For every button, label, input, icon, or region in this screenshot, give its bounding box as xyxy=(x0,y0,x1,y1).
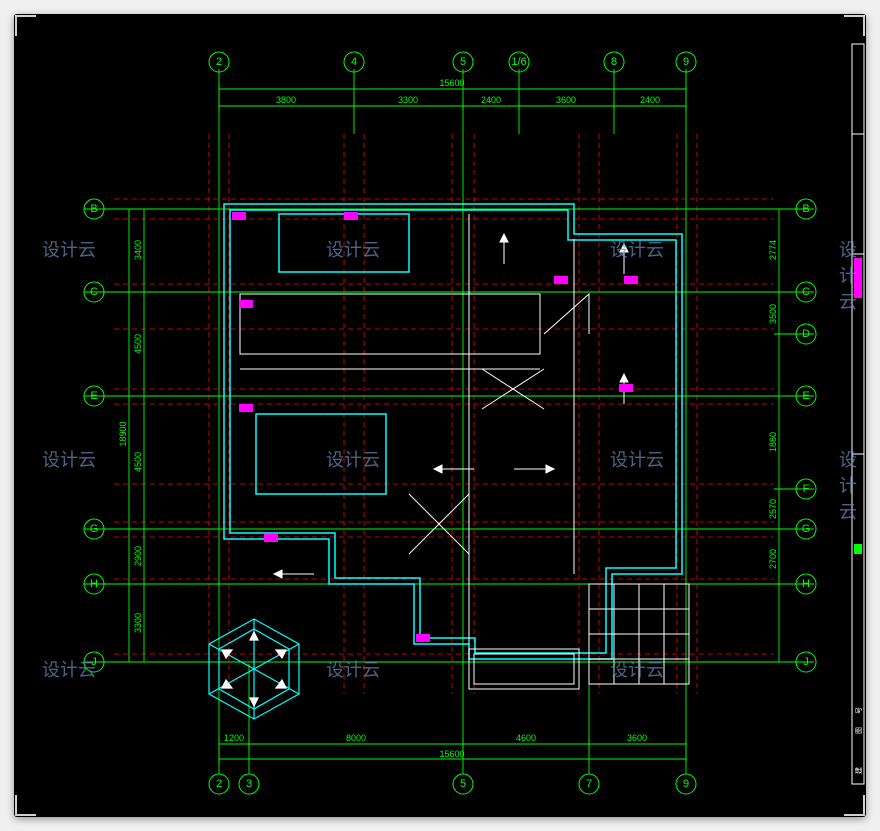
svg-text:H: H xyxy=(802,578,810,590)
title-block: 图 号 建 xyxy=(852,44,864,784)
structural-grid-red xyxy=(114,134,774,694)
svg-text:E: E xyxy=(90,390,97,402)
grid-bubbles-right: B C D E F G H J xyxy=(796,199,816,672)
svg-text:4600: 4600 xyxy=(516,733,536,743)
grid-bubbles-bottom: 2 3 5 7 9 xyxy=(209,774,696,794)
svg-text:15600: 15600 xyxy=(439,78,464,88)
svg-text:4500: 4500 xyxy=(133,452,143,472)
dim-left: 18900 3400 4500 4500 2900 3300 xyxy=(118,240,143,633)
dim-right: 2774 3500 1860 2570 2700 xyxy=(768,240,778,569)
svg-text:15600: 15600 xyxy=(439,749,464,759)
svg-text:3400: 3400 xyxy=(133,240,143,260)
svg-text:2570: 2570 xyxy=(768,499,778,519)
svg-text:9: 9 xyxy=(683,56,689,68)
drawing-sheet: 15600 3800 3300 2400 3600 2400 18900 340… xyxy=(14,14,866,817)
svg-text:8000: 8000 xyxy=(346,733,366,743)
svg-text:建: 建 xyxy=(854,767,863,774)
svg-text:8: 8 xyxy=(611,56,617,68)
svg-text:3500: 3500 xyxy=(768,304,778,324)
grid-bubbles-left: B C E G H J xyxy=(84,199,104,672)
page-corners xyxy=(16,16,864,815)
roof-outline-cyan xyxy=(224,204,682,659)
svg-text:C: C xyxy=(90,286,98,298)
svg-text:D: D xyxy=(802,328,810,340)
svg-text:9: 9 xyxy=(683,778,689,790)
svg-text:7: 7 xyxy=(586,778,592,790)
dim-bottom: 1200 8000 4600 3600 15600 xyxy=(224,733,647,759)
svg-text:4500: 4500 xyxy=(133,334,143,354)
svg-text:2: 2 xyxy=(216,778,222,790)
svg-text:2: 2 xyxy=(216,56,222,68)
svg-text:3300: 3300 xyxy=(398,95,418,105)
svg-text:2400: 2400 xyxy=(481,95,501,105)
svg-text:1/6: 1/6 xyxy=(511,56,526,68)
cad-canvas[interactable]: 15600 3800 3300 2400 3600 2400 18900 340… xyxy=(14,14,866,817)
svg-text:B: B xyxy=(90,203,97,215)
svg-text:G: G xyxy=(90,523,99,535)
svg-text:H: H xyxy=(90,578,98,590)
hexagon-gazebo xyxy=(209,619,299,719)
svg-text:J: J xyxy=(91,656,97,668)
svg-text:5: 5 xyxy=(460,56,466,68)
svg-text:2400: 2400 xyxy=(640,95,660,105)
svg-text:1200: 1200 xyxy=(224,733,244,743)
svg-text:B: B xyxy=(802,203,809,215)
svg-text:1860: 1860 xyxy=(768,432,778,452)
svg-text:3800: 3800 xyxy=(276,95,296,105)
grid-bubbles-top: 2 4 5 1/6 8 9 xyxy=(209,52,696,72)
axis-grid-green xyxy=(84,69,814,774)
dim-top: 15600 3800 3300 2400 3600 2400 xyxy=(276,78,660,105)
svg-text:F: F xyxy=(803,483,810,495)
room-tags-magenta xyxy=(232,212,638,642)
plan-lines-white xyxy=(240,214,689,689)
svg-text:3600: 3600 xyxy=(556,95,576,105)
svg-text:J: J xyxy=(803,656,809,668)
svg-text:3300: 3300 xyxy=(133,613,143,633)
svg-text:图: 图 xyxy=(855,727,863,734)
svg-text:E: E xyxy=(802,390,809,402)
svg-text:4: 4 xyxy=(351,56,357,68)
svg-text:2774: 2774 xyxy=(768,240,778,260)
svg-text:3600: 3600 xyxy=(627,733,647,743)
svg-text:5: 5 xyxy=(460,778,466,790)
svg-text:3: 3 xyxy=(246,778,252,790)
svg-text:2900: 2900 xyxy=(133,546,143,566)
svg-text:G: G xyxy=(802,523,811,535)
svg-text:C: C xyxy=(802,286,810,298)
svg-text:2700: 2700 xyxy=(768,549,778,569)
svg-text:18900: 18900 xyxy=(118,421,128,446)
svg-text:号: 号 xyxy=(855,707,863,714)
